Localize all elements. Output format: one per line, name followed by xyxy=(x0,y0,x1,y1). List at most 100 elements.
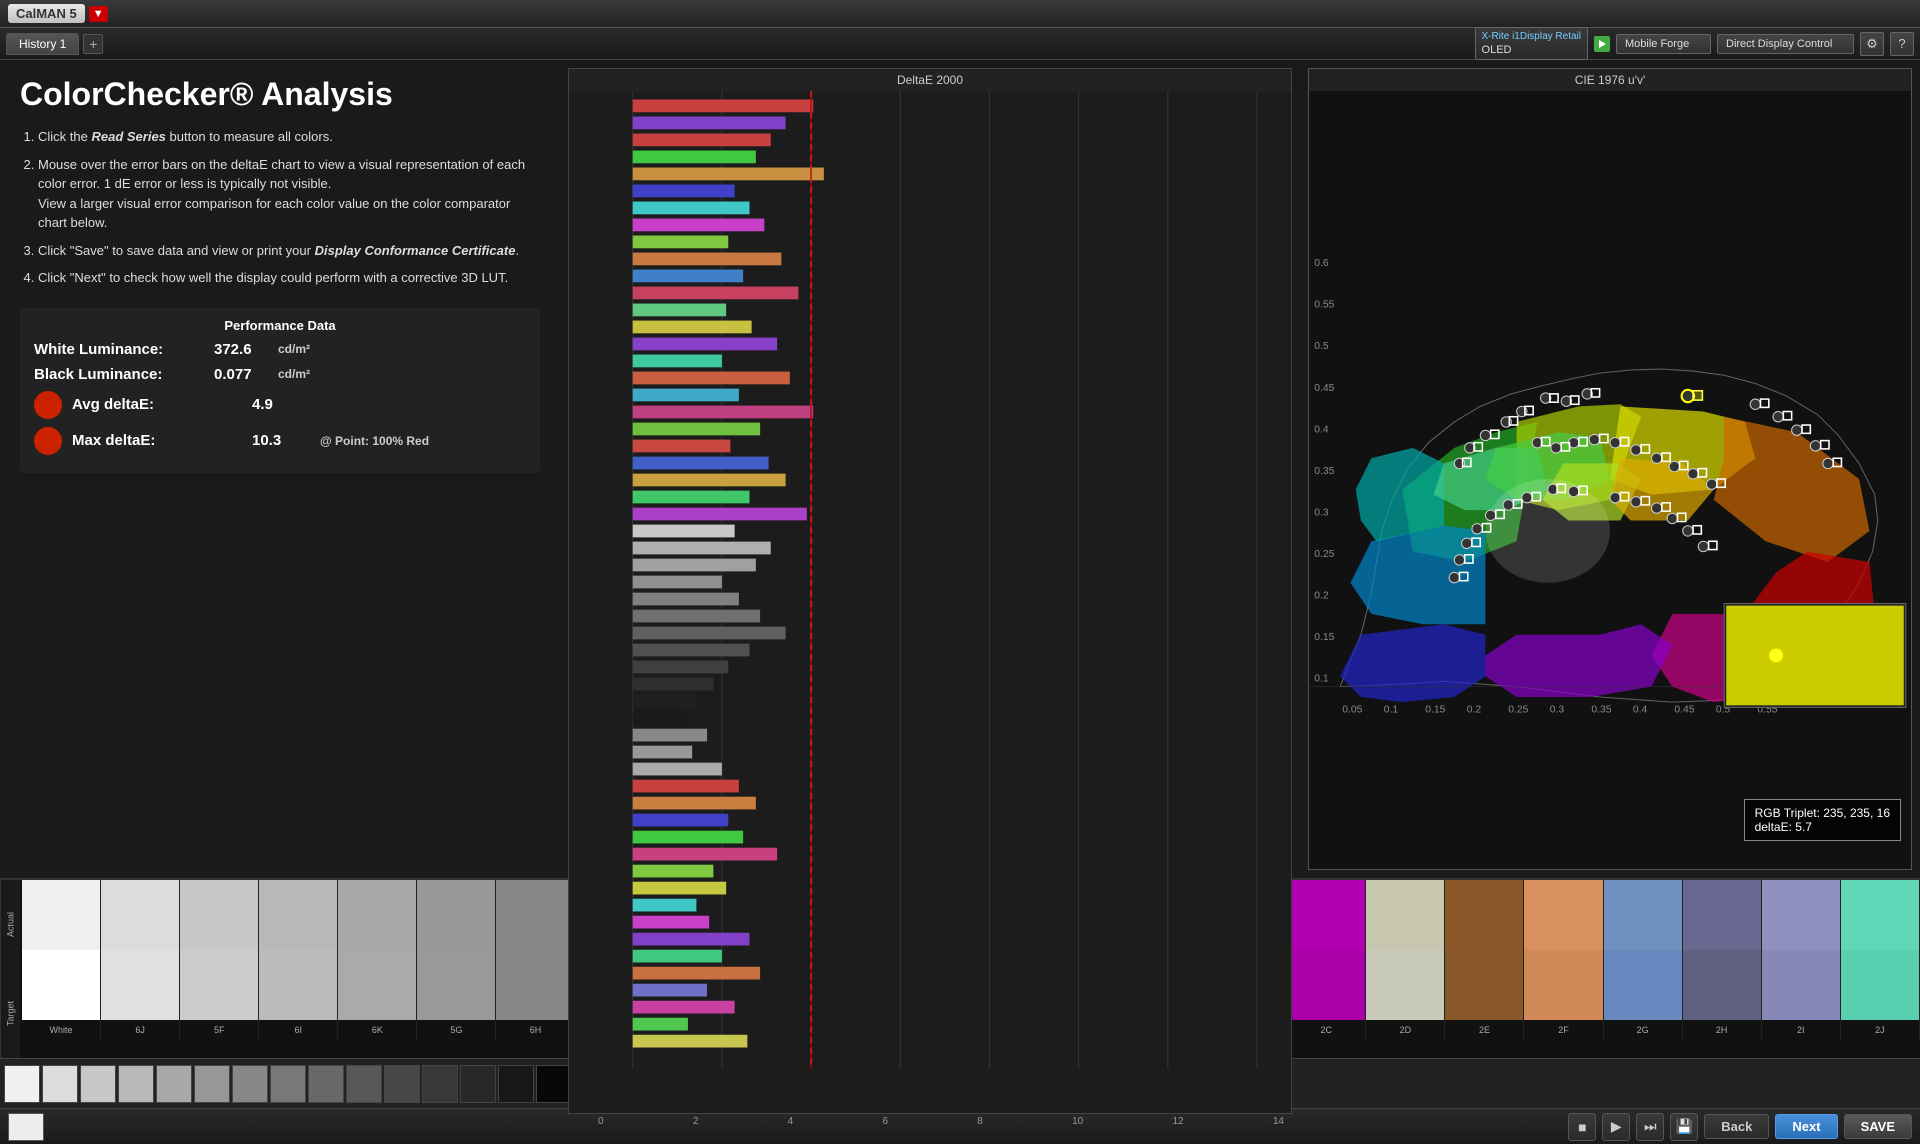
target-swatch xyxy=(1683,950,1762,1020)
skip-forward-button[interactable]: ⏭ xyxy=(1636,1113,1664,1141)
cie-chart-container: CIE 1976 u'v' 0.6 0.55 0.5 0.45 0.4 0.35… xyxy=(1308,68,1912,870)
target-swatch xyxy=(1287,950,1366,1020)
thumbnail-swatch[interactable] xyxy=(118,1065,154,1103)
swatch-name-label: 6I xyxy=(259,1020,338,1040)
thumbnail-swatch[interactable] xyxy=(194,1065,230,1103)
swatch-name-label: 2H xyxy=(1683,1020,1762,1040)
thumbnail-swatch[interactable] xyxy=(4,1065,40,1103)
axis-12: 12 xyxy=(1172,1116,1183,1127)
thumbnail-swatch[interactable] xyxy=(80,1065,116,1103)
device2-select[interactable]: Mobile Forge xyxy=(1616,34,1711,54)
avg-deltae-row: Avg deltaE: 4.9 xyxy=(34,391,526,419)
thumbnail-swatch[interactable] xyxy=(346,1065,382,1103)
max-deltae-circle xyxy=(34,427,62,455)
actual-swatch xyxy=(1445,880,1524,950)
axis-6: 6 xyxy=(882,1116,888,1127)
actual-label: Actual xyxy=(0,880,20,969)
max-deltae-label: Max deltaE: xyxy=(72,432,252,449)
thumbnail-swatch[interactable] xyxy=(536,1065,572,1103)
cie-panel: CIE 1976 u'v' 0.6 0.55 0.5 0.45 0.4 0.35… xyxy=(1300,60,1920,878)
stop-button[interactable]: ■ xyxy=(1568,1113,1596,1141)
svg-text:0.1: 0.1 xyxy=(1384,705,1399,716)
actual-swatch xyxy=(1683,880,1762,950)
toolbar: History 1 + X-Rite i1Display Retail OLED… xyxy=(0,28,1920,60)
actual-swatch xyxy=(101,880,180,950)
deltae-chart-container: DeltaE 2000 xyxy=(568,68,1292,1114)
svg-text:0.3: 0.3 xyxy=(1314,507,1329,518)
swatch-name-label: 6K xyxy=(338,1020,417,1040)
target-swatch xyxy=(180,950,259,1020)
svg-text:0.15: 0.15 xyxy=(1314,632,1334,643)
target-swatch xyxy=(1445,950,1524,1020)
axis-8: 8 xyxy=(977,1116,983,1127)
svg-text:0.6: 0.6 xyxy=(1314,258,1329,269)
target-label: Target xyxy=(0,969,20,1058)
device1-status[interactable] xyxy=(1594,36,1610,52)
svg-text:0.05: 0.05 xyxy=(1342,705,1362,716)
swatch-name-label: 2E xyxy=(1445,1020,1524,1040)
target-swatch xyxy=(22,950,101,1020)
svg-text:0.3: 0.3 xyxy=(1550,705,1565,716)
thumbnail-swatch[interactable] xyxy=(270,1065,306,1103)
svg-text:0.35: 0.35 xyxy=(1591,705,1611,716)
thumbnail-swatch[interactable] xyxy=(460,1065,496,1103)
svg-text:0.35: 0.35 xyxy=(1314,466,1334,477)
save-button[interactable]: SAVE xyxy=(1844,1114,1912,1139)
deltae-chart-title: DeltaE 2000 xyxy=(569,69,1291,91)
max-deltae-value: 10.3 xyxy=(252,432,312,449)
settings-icon[interactable]: ⚙ xyxy=(1860,32,1884,56)
instructions: Click the Read Series button to measure … xyxy=(20,127,540,288)
actual-swatch xyxy=(1524,880,1603,950)
device1-sub: OLED xyxy=(1482,43,1581,57)
thumbnail-swatch[interactable] xyxy=(232,1065,268,1103)
history-tab[interactable]: History 1 xyxy=(6,33,79,55)
svg-text:0.45: 0.45 xyxy=(1674,705,1694,716)
logo-dropdown-button[interactable]: ▼ xyxy=(89,6,108,22)
thumbnail-swatch[interactable] xyxy=(42,1065,78,1103)
axis-2: 2 xyxy=(693,1116,699,1127)
next-button[interactable]: Next xyxy=(1775,1114,1837,1139)
swatch-name-label: White xyxy=(22,1020,101,1040)
cie-deltae-value: deltaE: 5.7 xyxy=(1755,820,1890,834)
axis-10: 10 xyxy=(1072,1116,1083,1127)
thumbnail-swatch[interactable] xyxy=(308,1065,344,1103)
play-button[interactable]: ▶ xyxy=(1602,1113,1630,1141)
swatch-name-label: 2I xyxy=(1762,1020,1841,1040)
target-swatch xyxy=(101,950,180,1020)
deltae-chart-svg xyxy=(569,91,1291,1111)
white-luminance-label: White Luminance: xyxy=(34,341,214,358)
svg-text:0.45: 0.45 xyxy=(1314,383,1334,394)
svg-text:0.2: 0.2 xyxy=(1314,590,1329,601)
target-swatch xyxy=(1841,950,1920,1020)
instruction-3: Click "Save" to save data and view or pr… xyxy=(38,241,540,261)
thumbnail-swatch[interactable] xyxy=(156,1065,192,1103)
target-swatch xyxy=(1762,950,1841,1020)
left-panel: ColorChecker® Analysis Click the Read Se… xyxy=(0,60,560,878)
instruction-2: Mouse over the error bars on the deltaE … xyxy=(38,155,540,233)
save-icon-button[interactable]: 💾 xyxy=(1670,1113,1698,1141)
deltae-axis: 0 2 4 6 8 10 12 14 xyxy=(590,1114,1292,1129)
axis-14: 14 xyxy=(1273,1116,1284,1127)
bottom-white-thumb[interactable] xyxy=(8,1113,44,1141)
back-button[interactable]: Back xyxy=(1704,1114,1769,1139)
axis-4: 4 xyxy=(788,1116,794,1127)
thumbnail-swatch[interactable] xyxy=(384,1065,420,1103)
thumbnail-swatch[interactable] xyxy=(422,1065,458,1103)
swatch-name-label: 2F xyxy=(1524,1020,1603,1040)
cie-chart-title: CIE 1976 u'v' xyxy=(1309,69,1911,91)
target-swatch xyxy=(1604,950,1683,1020)
svg-text:0.4: 0.4 xyxy=(1314,424,1329,435)
axis-0: 0 xyxy=(598,1116,604,1127)
svg-text:0.55: 0.55 xyxy=(1314,300,1334,311)
swatch-name-label: 5G xyxy=(417,1020,496,1040)
actual-swatch xyxy=(496,880,575,950)
max-deltae-row: Max deltaE: 10.3 @ Point: 100% Red xyxy=(34,427,526,455)
device1-box: X-Rite i1Display Retail OLED xyxy=(1475,27,1588,60)
performance-title: Performance Data xyxy=(34,318,526,333)
add-tab-button[interactable]: + xyxy=(83,34,103,54)
thumbnail-swatch[interactable] xyxy=(498,1065,534,1103)
help-icon[interactable]: ? xyxy=(1890,32,1914,56)
device3-select[interactable]: Direct Display Control xyxy=(1717,34,1854,54)
black-luminance-row: Black Luminance: 0.077 cd/m² xyxy=(34,366,526,383)
actual-swatch xyxy=(1762,880,1841,950)
